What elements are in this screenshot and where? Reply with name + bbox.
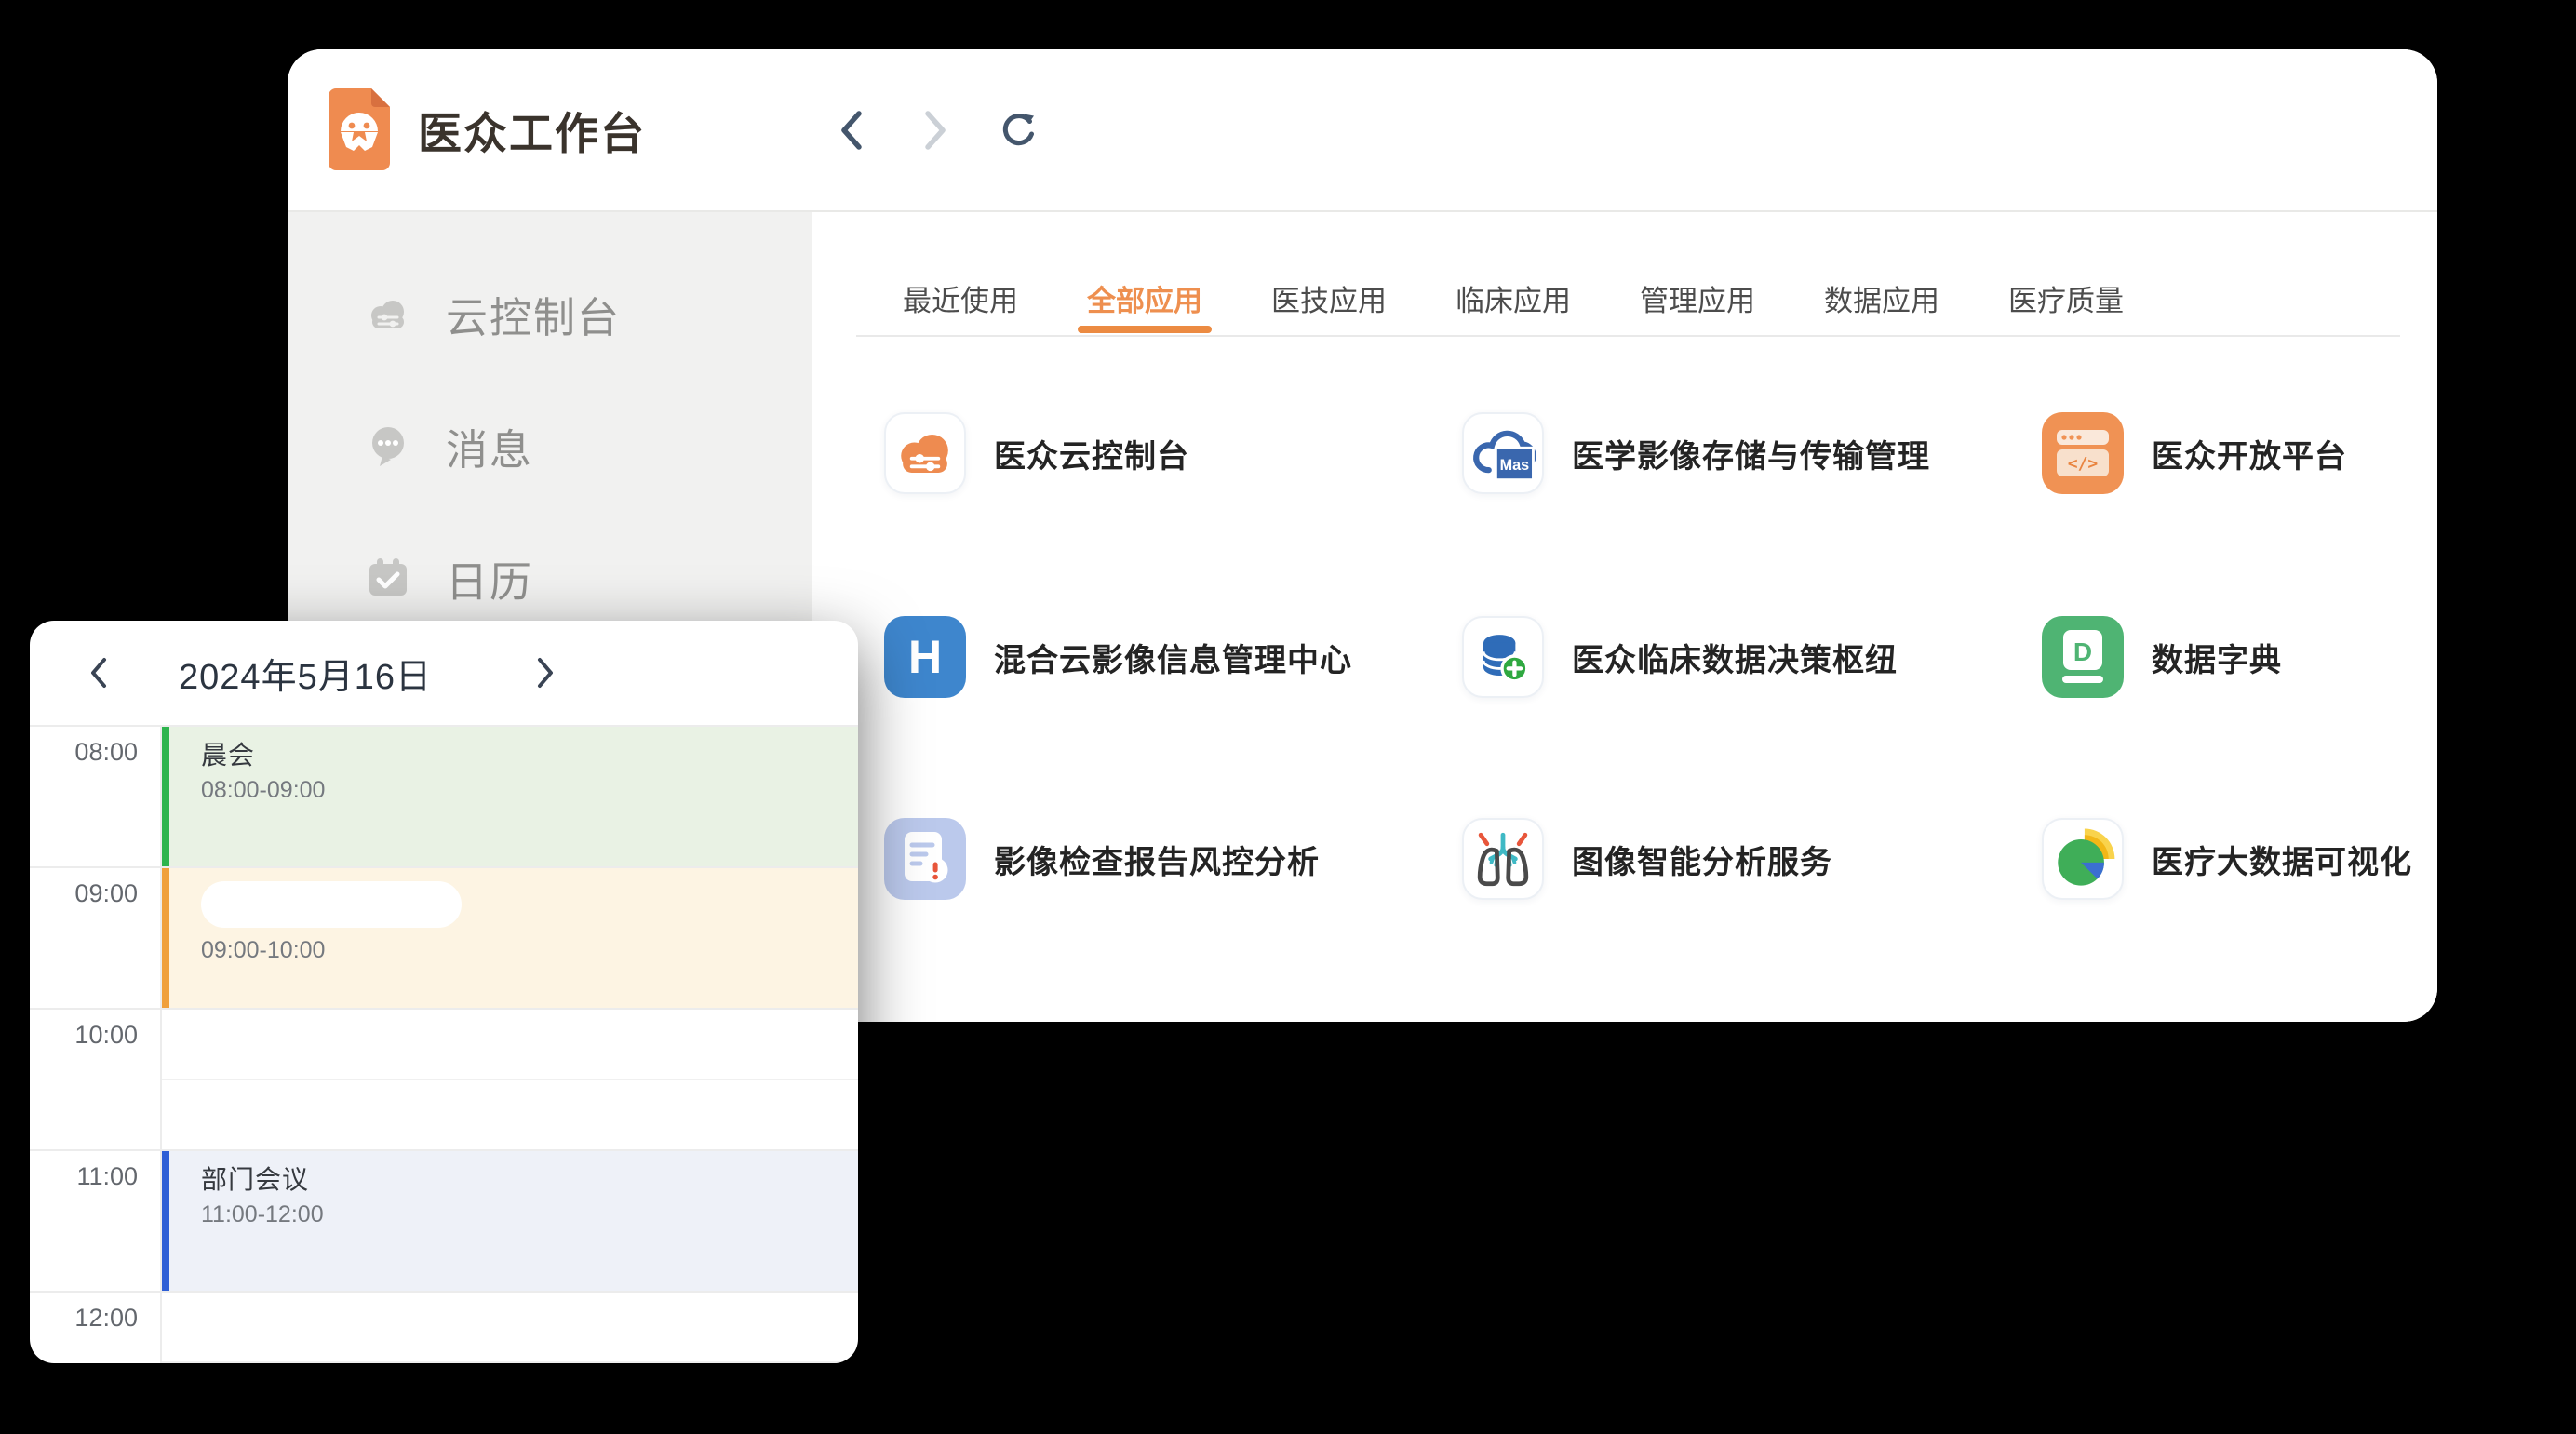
refresh-icon	[999, 108, 1040, 153]
calendar-next-button[interactable]	[525, 652, 566, 693]
calendar-check-icon	[364, 554, 412, 602]
app-card-clinical-data-hub[interactable]: 医众临床数据决策枢纽	[1462, 616, 1898, 698]
time-label: 09:00	[30, 868, 160, 908]
sidebar-item-label: 消息	[446, 416, 533, 476]
half-hour-line	[162, 1361, 858, 1363]
titlebar: 医众工作台	[288, 49, 2437, 212]
half-hour-line	[162, 1079, 858, 1080]
event-time: 11:00-12:00	[201, 1198, 858, 1231]
app-label: 医众开放平台	[2152, 431, 2347, 476]
time-label: 08:00	[30, 727, 160, 767]
letter-h-icon: H	[884, 616, 966, 698]
calendar-header: 2024年5月16日	[30, 621, 858, 725]
calendar-date: 2024年5月16日	[119, 648, 491, 699]
tab-bar: 最近使用 全部应用 医技应用 临床应用 管理应用 数据应用 医疗质量	[901, 270, 2126, 327]
cloud-mas-icon: Mas	[1462, 412, 1544, 494]
app-card-cloud-console[interactable]: 医众云控制台	[884, 412, 1189, 494]
app-card-pacs-storage[interactable]: Mas 医学影像存储与传输管理	[1462, 412, 1930, 494]
database-plus-icon	[1462, 616, 1544, 698]
sidebar-item-messages[interactable]: 消息	[288, 380, 812, 512]
app-label: 混合云影像信息管理中心	[994, 635, 1352, 680]
chevron-left-icon	[838, 109, 865, 152]
app-title: 医众工作台	[418, 49, 646, 210]
sidebar-item-label: 云控制台	[446, 284, 621, 344]
back-button[interactable]	[831, 110, 872, 151]
calendar-event-department-meeting[interactable]: 部门会议 11:00-12:00	[162, 1151, 858, 1291]
content-area: 最近使用 全部应用 医技应用 临床应用 管理应用 数据应用 医疗质量	[812, 212, 2437, 1022]
calendar-prev-button[interactable]	[78, 652, 119, 693]
app-label: 医学影像存储与传输管理	[1572, 431, 1930, 476]
app-card-big-data-visualization[interactable]: 医疗大数据可视化	[2042, 818, 2412, 900]
calendar-panel: 2024年5月16日 08:00 09:00 10:00 11:00 12:00	[30, 621, 858, 1363]
refresh-button[interactable]	[999, 110, 1040, 151]
tab-data-apps[interactable]: 数据应用	[1822, 270, 1941, 327]
tab-quality[interactable]: 医疗质量	[2006, 270, 2126, 327]
tabbar-divider	[856, 335, 2400, 337]
app-label: 数据字典	[2152, 635, 2282, 680]
event-title: 晨会	[201, 738, 858, 773]
app-card-report-risk-analysis[interactable]: 影像检查报告风控分析	[884, 818, 1320, 900]
forward-button[interactable]	[915, 110, 956, 151]
app-label: 影像检查报告风控分析	[994, 837, 1320, 882]
app-card-image-ai-analysis[interactable]: 图像智能分析服务	[1462, 818, 1832, 900]
calendar-event-morning-meeting[interactable]: 晨会 08:00-09:00	[162, 727, 858, 866]
cloud-settings-icon	[364, 289, 412, 338]
event-time: 08:00-09:00	[201, 773, 858, 807]
event-title: 部门会议	[201, 1162, 858, 1198]
app-logo-icon	[329, 88, 390, 175]
chevron-left-icon	[88, 656, 109, 690]
svg-text:D: D	[2073, 637, 2092, 666]
time-label: 12:00	[30, 1293, 160, 1333]
app-card-hybrid-cloud-imaging[interactable]: H 混合云影像信息管理中心	[884, 616, 1352, 698]
active-tab-underline	[1078, 326, 1212, 333]
calendar-body: 08:00 09:00 10:00 11:00 12:00 晨会 08:00-0…	[30, 725, 858, 1363]
dictionary-book-icon: D	[2042, 616, 2124, 698]
sidebar-item-cloud-console[interactable]: 云控制台	[288, 248, 812, 380]
lungs-icon	[1462, 818, 1544, 900]
chevron-right-icon	[921, 109, 949, 152]
chevron-right-icon	[535, 656, 556, 690]
svg-text:Mas: Mas	[1500, 457, 1530, 474]
app-card-data-dictionary[interactable]: D 数据字典	[2042, 616, 2282, 698]
app-card-open-platform[interactable]: </> 医众开放平台	[2042, 412, 2347, 494]
browser-code-icon: </>	[2042, 412, 2124, 494]
report-warning-icon	[884, 818, 966, 900]
pie-chart-icon	[2042, 818, 2124, 900]
app-label: 医众云控制台	[994, 431, 1189, 476]
tab-clinical-apps[interactable]: 临床应用	[1454, 270, 1573, 327]
message-bubble-icon	[364, 422, 412, 470]
app-label: 医疗大数据可视化	[2152, 837, 2412, 882]
event-time: 09:00-10:00	[201, 933, 858, 967]
svg-text:</>: </>	[2068, 454, 2099, 474]
tab-medtech-apps[interactable]: 医技应用	[1269, 270, 1389, 327]
tab-admin-apps[interactable]: 管理应用	[1638, 270, 1757, 327]
tab-recently-used[interactable]: 最近使用	[901, 270, 1020, 327]
cloud-settings-icon	[884, 412, 966, 494]
app-label: 医众临床数据决策枢纽	[1572, 635, 1898, 680]
tab-all-apps[interactable]: 全部应用	[1085, 270, 1204, 327]
sidebar-item-label: 日历	[446, 548, 533, 609]
time-label: 10:00	[30, 1010, 160, 1050]
calendar-event-redacted[interactable]: 09:00-10:00	[162, 868, 858, 1008]
nav-buttons	[831, 49, 1040, 210]
app-label: 图像智能分析服务	[1572, 837, 1832, 882]
time-label: 11:00	[30, 1151, 160, 1191]
redacted-event-title	[201, 881, 462, 928]
calendar-hour-row: 12:00	[30, 1291, 858, 1363]
